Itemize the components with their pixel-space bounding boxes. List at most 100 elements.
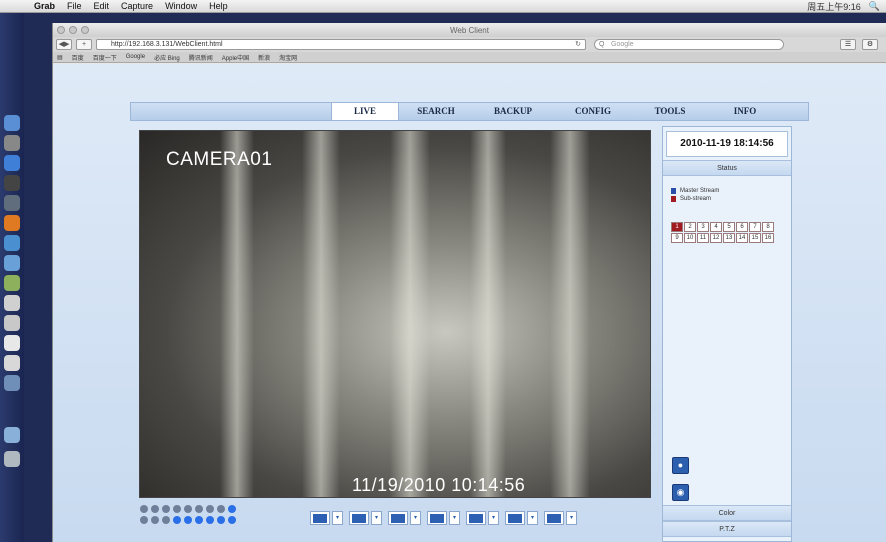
status-header[interactable]: Status (663, 160, 791, 176)
channel-dot[interactable] (140, 516, 148, 524)
camera-snapshot-icon[interactable]: ◉ (672, 484, 689, 501)
channel-dot[interactable] (184, 505, 192, 513)
tab-live[interactable]: LIVE (331, 103, 399, 120)
channel-button[interactable]: 14 (736, 233, 748, 243)
bookmark-item[interactable]: 腾讯新闻 (189, 53, 213, 62)
channel-button[interactable]: 7 (749, 222, 761, 232)
channel-dot[interactable] (206, 505, 214, 513)
layout-3x3-button[interactable] (466, 511, 486, 525)
channel-dot[interactable] (140, 505, 148, 513)
channel-button[interactable]: 1 (671, 222, 683, 232)
channel-button[interactable]: 12 (710, 233, 722, 243)
channel-button[interactable]: 4 (710, 222, 722, 232)
menu-capture[interactable]: Capture (115, 1, 159, 11)
preview-icon[interactable] (4, 195, 20, 211)
layout-dropdown[interactable]: ▾ (449, 511, 460, 525)
add-bookmark-button[interactable]: + (76, 39, 92, 50)
layout-2x2-button[interactable] (349, 511, 369, 525)
network-icon[interactable] (4, 235, 20, 251)
zoom-button[interactable] (81, 26, 89, 34)
bookmark-item[interactable]: 百度一下 (93, 53, 117, 62)
microphone-icon[interactable] (4, 315, 20, 331)
layout-1x1-button[interactable] (310, 511, 330, 525)
channel-dot[interactable] (217, 516, 225, 524)
scissors-icon[interactable] (4, 335, 20, 351)
bookmark-item[interactable]: Google (126, 54, 145, 60)
layout-dropdown[interactable]: ▾ (332, 511, 343, 525)
record-icon[interactable]: ● (672, 457, 689, 474)
channel-button[interactable]: 9 (671, 233, 683, 243)
menu-window[interactable]: Window (159, 1, 203, 11)
close-button[interactable] (57, 26, 65, 34)
channel-dot[interactable] (228, 516, 236, 524)
channel-dot[interactable] (217, 505, 225, 513)
channel-dot[interactable] (228, 505, 236, 513)
minimize-button[interactable] (69, 26, 77, 34)
channel-button[interactable]: 8 (762, 222, 774, 232)
layout-4x4-button[interactable] (544, 511, 564, 525)
channel-dot[interactable] (173, 516, 181, 524)
channel-dot[interactable] (195, 516, 203, 524)
spotlight-icon[interactable]: 🔍 (869, 1, 880, 12)
color-section[interactable]: Color (663, 505, 791, 521)
document-icon[interactable] (4, 355, 20, 371)
layout-1plus7-button[interactable] (427, 511, 447, 525)
channel-dot[interactable] (206, 516, 214, 524)
channel-dot[interactable] (184, 516, 192, 524)
app-icon[interactable] (4, 275, 20, 291)
download-icon[interactable] (4, 375, 20, 391)
layout-dropdown[interactable]: ▾ (527, 511, 538, 525)
finder-icon[interactable] (4, 115, 20, 131)
dashboard-icon[interactable] (4, 135, 20, 151)
bookmark-item[interactable]: 百度 (72, 53, 84, 62)
tab-tools[interactable]: TOOLS (636, 103, 704, 120)
layout-dropdown[interactable]: ▾ (488, 511, 499, 525)
channel-button[interactable]: 6 (736, 222, 748, 232)
layout-dropdown[interactable]: ▾ (566, 511, 577, 525)
channel-dot[interactable] (195, 505, 203, 513)
folder-icon[interactable] (4, 427, 20, 443)
tab-search[interactable]: SEARCH (401, 103, 471, 120)
tab-backup[interactable]: BACKUP (476, 103, 550, 120)
menu-edit[interactable]: Edit (88, 1, 116, 11)
layout-dropdown[interactable]: ▾ (371, 511, 382, 525)
ptz-section[interactable]: P.T.Z (663, 521, 791, 537)
channel-button[interactable]: 11 (697, 233, 709, 243)
layout-1plus5-button[interactable] (388, 511, 408, 525)
channel-dot[interactable] (162, 505, 170, 513)
channel-button[interactable]: 10 (684, 233, 696, 243)
channel-button[interactable]: 13 (723, 233, 735, 243)
search-input[interactable]: Q Google (594, 39, 784, 50)
safari-icon[interactable] (4, 155, 20, 171)
reload-icon[interactable]: ↻ (575, 40, 581, 50)
photos-icon[interactable] (4, 255, 20, 271)
back-button[interactable]: ◀▶ (56, 39, 72, 50)
address-bar[interactable]: http://192.168.3.131/WebClient.html ↻ (96, 39, 586, 50)
channel-button[interactable]: 5 (723, 222, 735, 232)
channel-dot[interactable] (173, 505, 181, 513)
page-menu-button[interactable]: ☰ (840, 39, 856, 50)
bookmark-item[interactable]: 淘宝网 (279, 53, 297, 62)
terminal-icon[interactable] (4, 175, 20, 191)
menu-app[interactable]: Grab (28, 1, 61, 11)
bookmark-item[interactable]: 新浪 (258, 53, 270, 62)
trash-icon[interactable] (4, 451, 20, 467)
channel-button[interactable]: 15 (749, 233, 761, 243)
clock-text[interactable]: 周五上午9:16 (807, 0, 861, 13)
bookmark-book-icon[interactable]: ▤ (57, 54, 63, 61)
channel-button[interactable]: 2 (684, 222, 696, 232)
settings-gear-icon[interactable]: ⚙ (862, 39, 878, 50)
channel-button[interactable]: 16 (762, 233, 774, 243)
channel-button[interactable]: 3 (697, 222, 709, 232)
channel-dot[interactable] (162, 516, 170, 524)
layout-1plus12-button[interactable] (505, 511, 525, 525)
menu-file[interactable]: File (61, 1, 88, 11)
layout-dropdown[interactable]: ▾ (410, 511, 421, 525)
bookmark-item[interactable]: Apple中国 (222, 53, 249, 62)
live-video-view[interactable]: CAMERA01 11/19/2010 10:14:56 (139, 130, 651, 498)
menu-help[interactable]: Help (203, 1, 234, 11)
firefox-icon[interactable] (4, 215, 20, 231)
channel-dot[interactable] (151, 516, 159, 524)
tab-info[interactable]: INFO (711, 103, 779, 120)
bookmark-item[interactable]: 必应 Bing (154, 53, 180, 62)
